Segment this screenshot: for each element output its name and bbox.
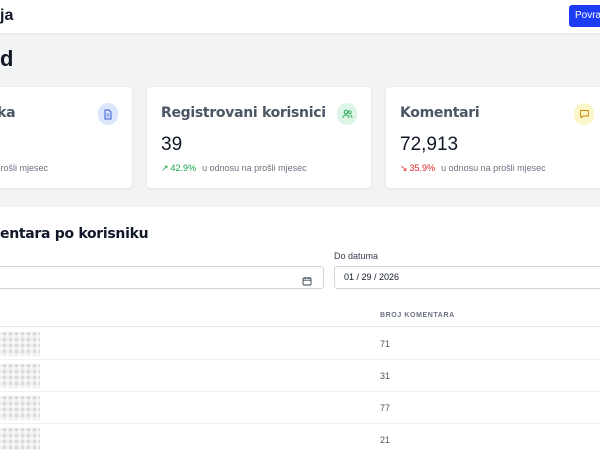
stat-card-trend: 42.9% bbox=[170, 163, 197, 173]
stat-card-note: u prošli mjesec bbox=[0, 163, 49, 173]
to-date-input[interactable]: 01 / 29 / 2026 bbox=[334, 266, 600, 289]
stat-card-title: Registrovani korisnici bbox=[161, 105, 326, 121]
stat-card-value: 39 bbox=[161, 134, 183, 155]
from-date-input[interactable] bbox=[0, 266, 324, 289]
stat-card-title: aka bbox=[0, 105, 16, 121]
stat-card-note: u odnosu na prošli mjesec bbox=[202, 163, 307, 173]
calendar-icon[interactable] bbox=[302, 273, 312, 294]
stat-card-trend: 35.9% bbox=[409, 163, 436, 173]
user-avatar bbox=[0, 428, 40, 450]
page-title: d bbox=[0, 46, 14, 71]
trend-up-icon: ↗ bbox=[161, 163, 169, 173]
table-row[interactable]: 31 bbox=[0, 360, 600, 392]
comment-count: 31 bbox=[380, 371, 391, 381]
comments-per-user-panel: entara po korisniku Do datuma 01 / 29 / … bbox=[0, 207, 600, 450]
top-navbar: ja Povra bbox=[0, 0, 600, 34]
users-icon bbox=[337, 103, 357, 125]
comment-icon bbox=[574, 103, 594, 125]
app-brand[interactable]: ja bbox=[0, 7, 13, 25]
table-row[interactable]: 21 bbox=[0, 424, 600, 450]
stat-card-note: u odnosu na prošli mjesec bbox=[441, 163, 546, 173]
user-avatar bbox=[0, 396, 40, 420]
trend-down-icon: ↘ bbox=[400, 163, 408, 173]
comment-count: 77 bbox=[380, 403, 391, 413]
stat-card-footer: ↘ 35.9% u odnosu na prošli mjesec bbox=[400, 163, 546, 174]
stat-card-footer: ↗ 42.9% u odnosu na prošli mjesec bbox=[161, 163, 307, 174]
comment-count: 71 bbox=[380, 339, 391, 349]
panel-title: entara po korisniku bbox=[0, 226, 149, 242]
user-avatar bbox=[0, 364, 40, 388]
table-row[interactable]: 71 bbox=[0, 328, 600, 360]
back-button[interactable]: Povra bbox=[569, 5, 600, 27]
to-date-label: Do datuma bbox=[334, 251, 379, 261]
document-icon bbox=[98, 103, 118, 125]
stat-card-comments: Komentari 72,913 ↘ 35.9% u odnosu na prošl… bbox=[386, 87, 600, 188]
column-header-comment-count[interactable]: BROJ KOMENTARA bbox=[380, 312, 455, 319]
stat-card-title: Komentari bbox=[400, 105, 480, 121]
user-avatar bbox=[0, 332, 40, 356]
stat-card-posts: aka u prošli mjesec bbox=[0, 87, 132, 188]
comment-count: 21 bbox=[380, 435, 391, 445]
table-header: BROJ KOMENTARA bbox=[0, 307, 600, 327]
stat-card-value: 72,913 bbox=[400, 134, 459, 155]
table-row[interactable]: 77 bbox=[0, 392, 600, 424]
stat-card-registered-users: Registrovani korisnici 39 ↗ 42.9% u odnosu… bbox=[147, 87, 371, 188]
to-date-value: 01 / 29 / 2026 bbox=[344, 272, 400, 282]
